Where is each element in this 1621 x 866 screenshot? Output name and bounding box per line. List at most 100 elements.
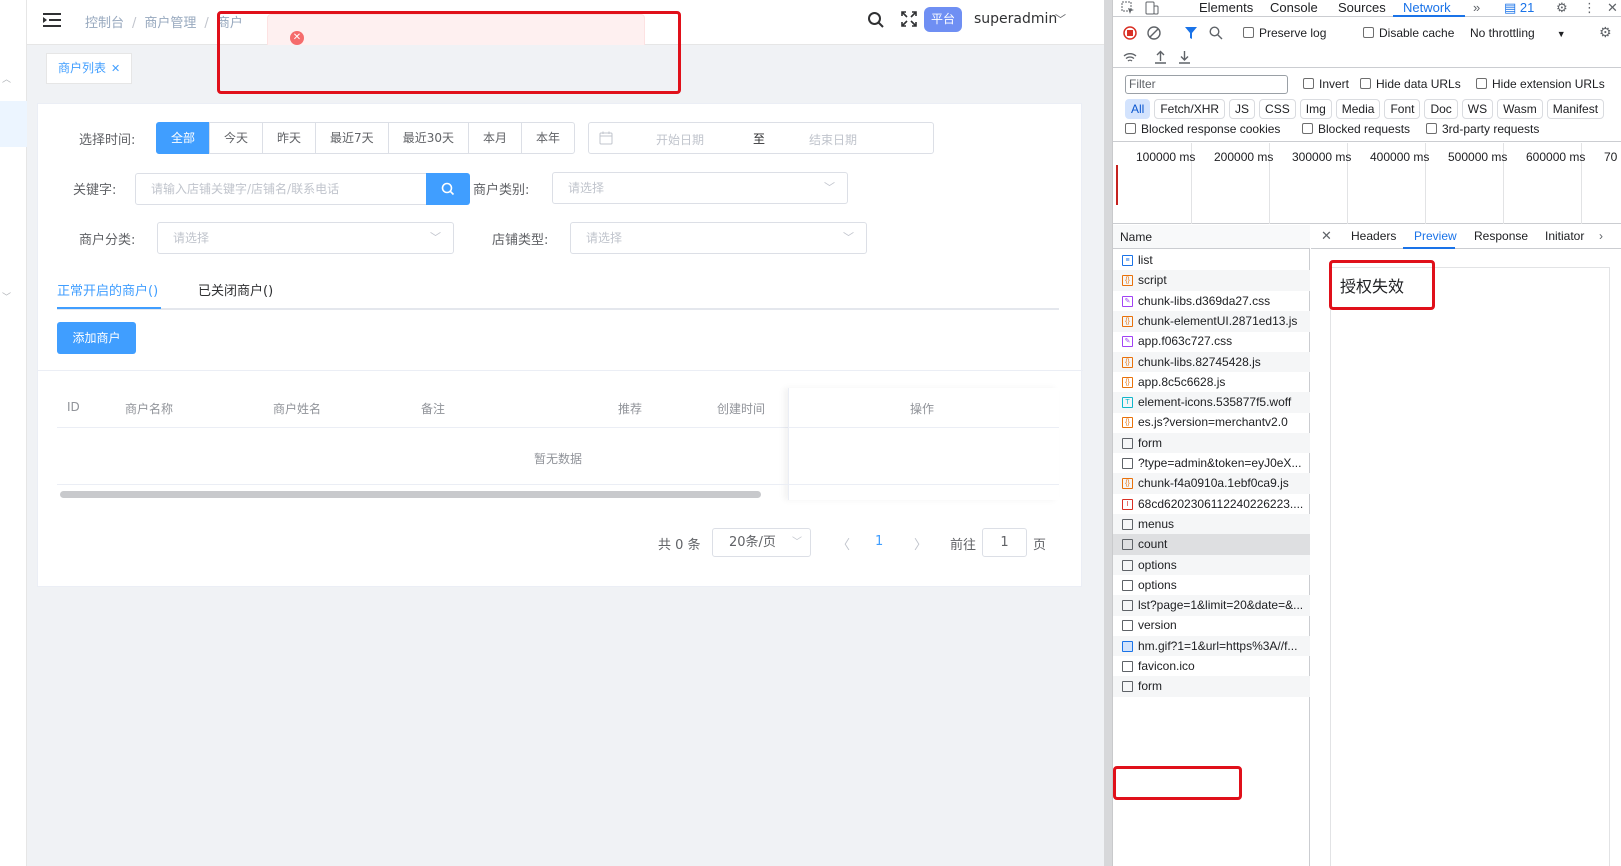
- request-row[interactable]: favicon.ico: [1113, 656, 1310, 677]
- time-option-yesterday[interactable]: 昨天: [262, 122, 317, 154]
- type-filter-fetch-xhr[interactable]: Fetch/XHR: [1154, 99, 1226, 119]
- request-row[interactable]: ?type=admin&token=eyJ0eX...: [1113, 453, 1310, 474]
- date-range-picker[interactable]: 开始日期 至 结束日期: [588, 122, 934, 154]
- fullscreen-icon[interactable]: [901, 11, 917, 27]
- time-option-year[interactable]: 本年: [520, 122, 575, 154]
- tag-merchant-list[interactable]: 商户列表 ✕: [46, 53, 133, 84]
- request-row[interactable]: ✎ app.f063c727.css: [1113, 331, 1310, 352]
- request-row[interactable]: {} chunk-elementUI.2871ed13.js: [1113, 310, 1310, 332]
- sidebar-active-item[interactable]: [0, 101, 27, 147]
- type-filter-ws[interactable]: WS: [1461, 99, 1494, 119]
- add-merchant-button[interactable]: 添加商户: [57, 322, 136, 354]
- chevron-down-icon[interactable]: ﹀: [2, 290, 11, 303]
- chevron-up-icon[interactable]: ︿: [2, 72, 11, 85]
- type-filter-css[interactable]: CSS: [1259, 99, 1296, 119]
- request-row[interactable]: I 68cd6202306112240226223....: [1113, 494, 1310, 515]
- time-option-all[interactable]: 全部: [156, 122, 211, 154]
- breadcrumb-dashboard[interactable]: 控制台: [85, 16, 124, 31]
- type-filter-img[interactable]: Img: [1299, 99, 1332, 119]
- page-size-select[interactable]: 20条/页 ﹀: [712, 528, 811, 557]
- request-row[interactable]: Telement-icons.535877f5.woff: [1113, 392, 1310, 413]
- merchant-type-select[interactable]: 请选择 ﹀: [552, 172, 848, 204]
- tab-initiator[interactable]: Initiator: [1545, 229, 1584, 243]
- hide-data-urls-checkbox[interactable]: Hide data URLs: [1360, 77, 1461, 91]
- tab-elements[interactable]: Elements: [1199, 0, 1253, 15]
- tab-console[interactable]: Console: [1270, 0, 1318, 15]
- tab-response[interactable]: Response: [1474, 229, 1528, 243]
- request-row[interactable]: form: [1113, 676, 1310, 698]
- inspect-element-icon[interactable]: [1121, 1, 1135, 15]
- import-har-icon[interactable]: [1154, 50, 1167, 64]
- name-column-header[interactable]: Name: [1120, 230, 1152, 244]
- disable-cache-checkbox[interactable]: Disable cache: [1363, 26, 1454, 40]
- shop-type-select[interactable]: 请选择 ﹀: [570, 222, 867, 254]
- type-filter-media[interactable]: Media: [1335, 99, 1381, 119]
- filter-input[interactable]: Filter: [1125, 75, 1288, 94]
- time-option-month[interactable]: 本月: [467, 122, 522, 154]
- close-devtools-icon[interactable]: ✕: [1607, 0, 1618, 16]
- type-filter-js[interactable]: JS: [1229, 99, 1256, 119]
- stop-recording-icon[interactable]: [1123, 26, 1137, 40]
- request-row[interactable]: lst?page=1&limit=20&date=&...: [1113, 595, 1310, 616]
- request-row[interactable]: version: [1113, 615, 1310, 636]
- type-filter-font[interactable]: Font: [1384, 99, 1421, 119]
- export-har-icon[interactable]: [1178, 50, 1191, 64]
- keyword-input[interactable]: 请输入店铺关键字/店铺名/联系电话: [135, 173, 427, 205]
- more-options-icon[interactable]: ⋮: [1583, 0, 1596, 16]
- request-row[interactable]: options: [1113, 575, 1310, 596]
- request-row[interactable]: {} script: [1113, 270, 1310, 292]
- horizontal-scrollbar[interactable]: [60, 491, 761, 498]
- preserve-log-checkbox[interactable]: Preserve log: [1243, 26, 1326, 40]
- tab-closed-merchants[interactable]: 已关闭商户(): [198, 280, 273, 299]
- date-start-placeholder[interactable]: 开始日期: [656, 131, 704, 148]
- more-tabs-icon[interactable]: ›: [1599, 229, 1603, 243]
- request-row[interactable]: {} chunk-f4a0910a.1ebf0ca9.js: [1113, 473, 1310, 495]
- request-row[interactable]: form: [1113, 432, 1310, 454]
- request-row[interactable]: ✎ chunk-libs.d369da27.css: [1113, 291, 1310, 312]
- request-row[interactable]: count: [1113, 534, 1310, 555]
- tab-open-merchants[interactable]: 正常开启的商户(): [57, 280, 158, 299]
- platform-badge[interactable]: 平台: [924, 7, 962, 32]
- goto-page-input[interactable]: 1: [982, 528, 1027, 557]
- search-icon[interactable]: [1209, 26, 1223, 40]
- network-settings-gear-icon[interactable]: ⚙: [1599, 24, 1612, 41]
- request-row[interactable]: hm.gif?1=1&url=https%3A//f...: [1113, 635, 1310, 657]
- more-tabs-icon[interactable]: »: [1473, 0, 1480, 15]
- search-icon[interactable]: [867, 11, 885, 29]
- keyword-search-button[interactable]: [426, 173, 470, 205]
- type-filter-manifest[interactable]: Manifest: [1546, 99, 1605, 119]
- tab-headers[interactable]: Headers: [1351, 229, 1396, 243]
- tab-preview[interactable]: Preview: [1414, 229, 1457, 243]
- merchant-category-select[interactable]: 请选择 ﹀: [157, 222, 454, 254]
- menu-fold-icon[interactable]: [43, 13, 61, 27]
- request-row[interactable]: ≡ list: [1113, 250, 1310, 271]
- prev-page-icon[interactable]: 〈: [837, 534, 850, 553]
- filter-icon[interactable]: [1184, 26, 1198, 40]
- close-icon[interactable]: ✕: [111, 62, 120, 75]
- third-party-requests-checkbox[interactable]: 3rd-party requests: [1426, 122, 1539, 136]
- request-row[interactable]: {} app.8c5c6628.js: [1113, 372, 1310, 393]
- date-end-placeholder[interactable]: 结束日期: [809, 131, 857, 148]
- tab-network[interactable]: Network: [1403, 0, 1451, 15]
- type-filter-wasm[interactable]: Wasm: [1497, 99, 1543, 119]
- next-page-icon[interactable]: 〉: [914, 534, 927, 553]
- request-row[interactable]: options: [1113, 554, 1310, 576]
- time-option-7days[interactable]: 最近7天: [315, 122, 389, 154]
- time-option-30days[interactable]: 最近30天: [387, 122, 469, 154]
- throttling-select[interactable]: No throttling ▼: [1470, 26, 1566, 40]
- type-filter-doc[interactable]: Doc: [1424, 99, 1458, 119]
- issues-counter[interactable]: ▤ 21: [1504, 0, 1534, 16]
- hide-extension-urls-checkbox[interactable]: Hide extension URLs: [1476, 77, 1605, 91]
- breadcrumb-merchant-management[interactable]: 商户管理: [144, 16, 196, 31]
- request-row[interactable]: {} chunk-libs.82745428.js: [1113, 351, 1310, 373]
- close-detail-icon[interactable]: ✕: [1321, 228, 1332, 244]
- tab-sources[interactable]: Sources: [1338, 0, 1386, 15]
- blocked-response-cookies-checkbox[interactable]: Blocked response cookies: [1125, 122, 1280, 136]
- network-overview-timeline[interactable]: 100000 ms 200000 ms 300000 ms 400000 ms …: [1113, 143, 1621, 224]
- blocked-requests-checkbox[interactable]: Blocked requests: [1302, 122, 1410, 136]
- device-toolbar-icon[interactable]: [1145, 1, 1159, 15]
- time-option-today[interactable]: 今天: [209, 122, 264, 154]
- clear-icon[interactable]: [1147, 26, 1161, 40]
- request-row[interactable]: {} es.js?version=merchantv2.0: [1113, 412, 1310, 433]
- chevron-down-icon[interactable]: ﹀: [1055, 11, 1066, 27]
